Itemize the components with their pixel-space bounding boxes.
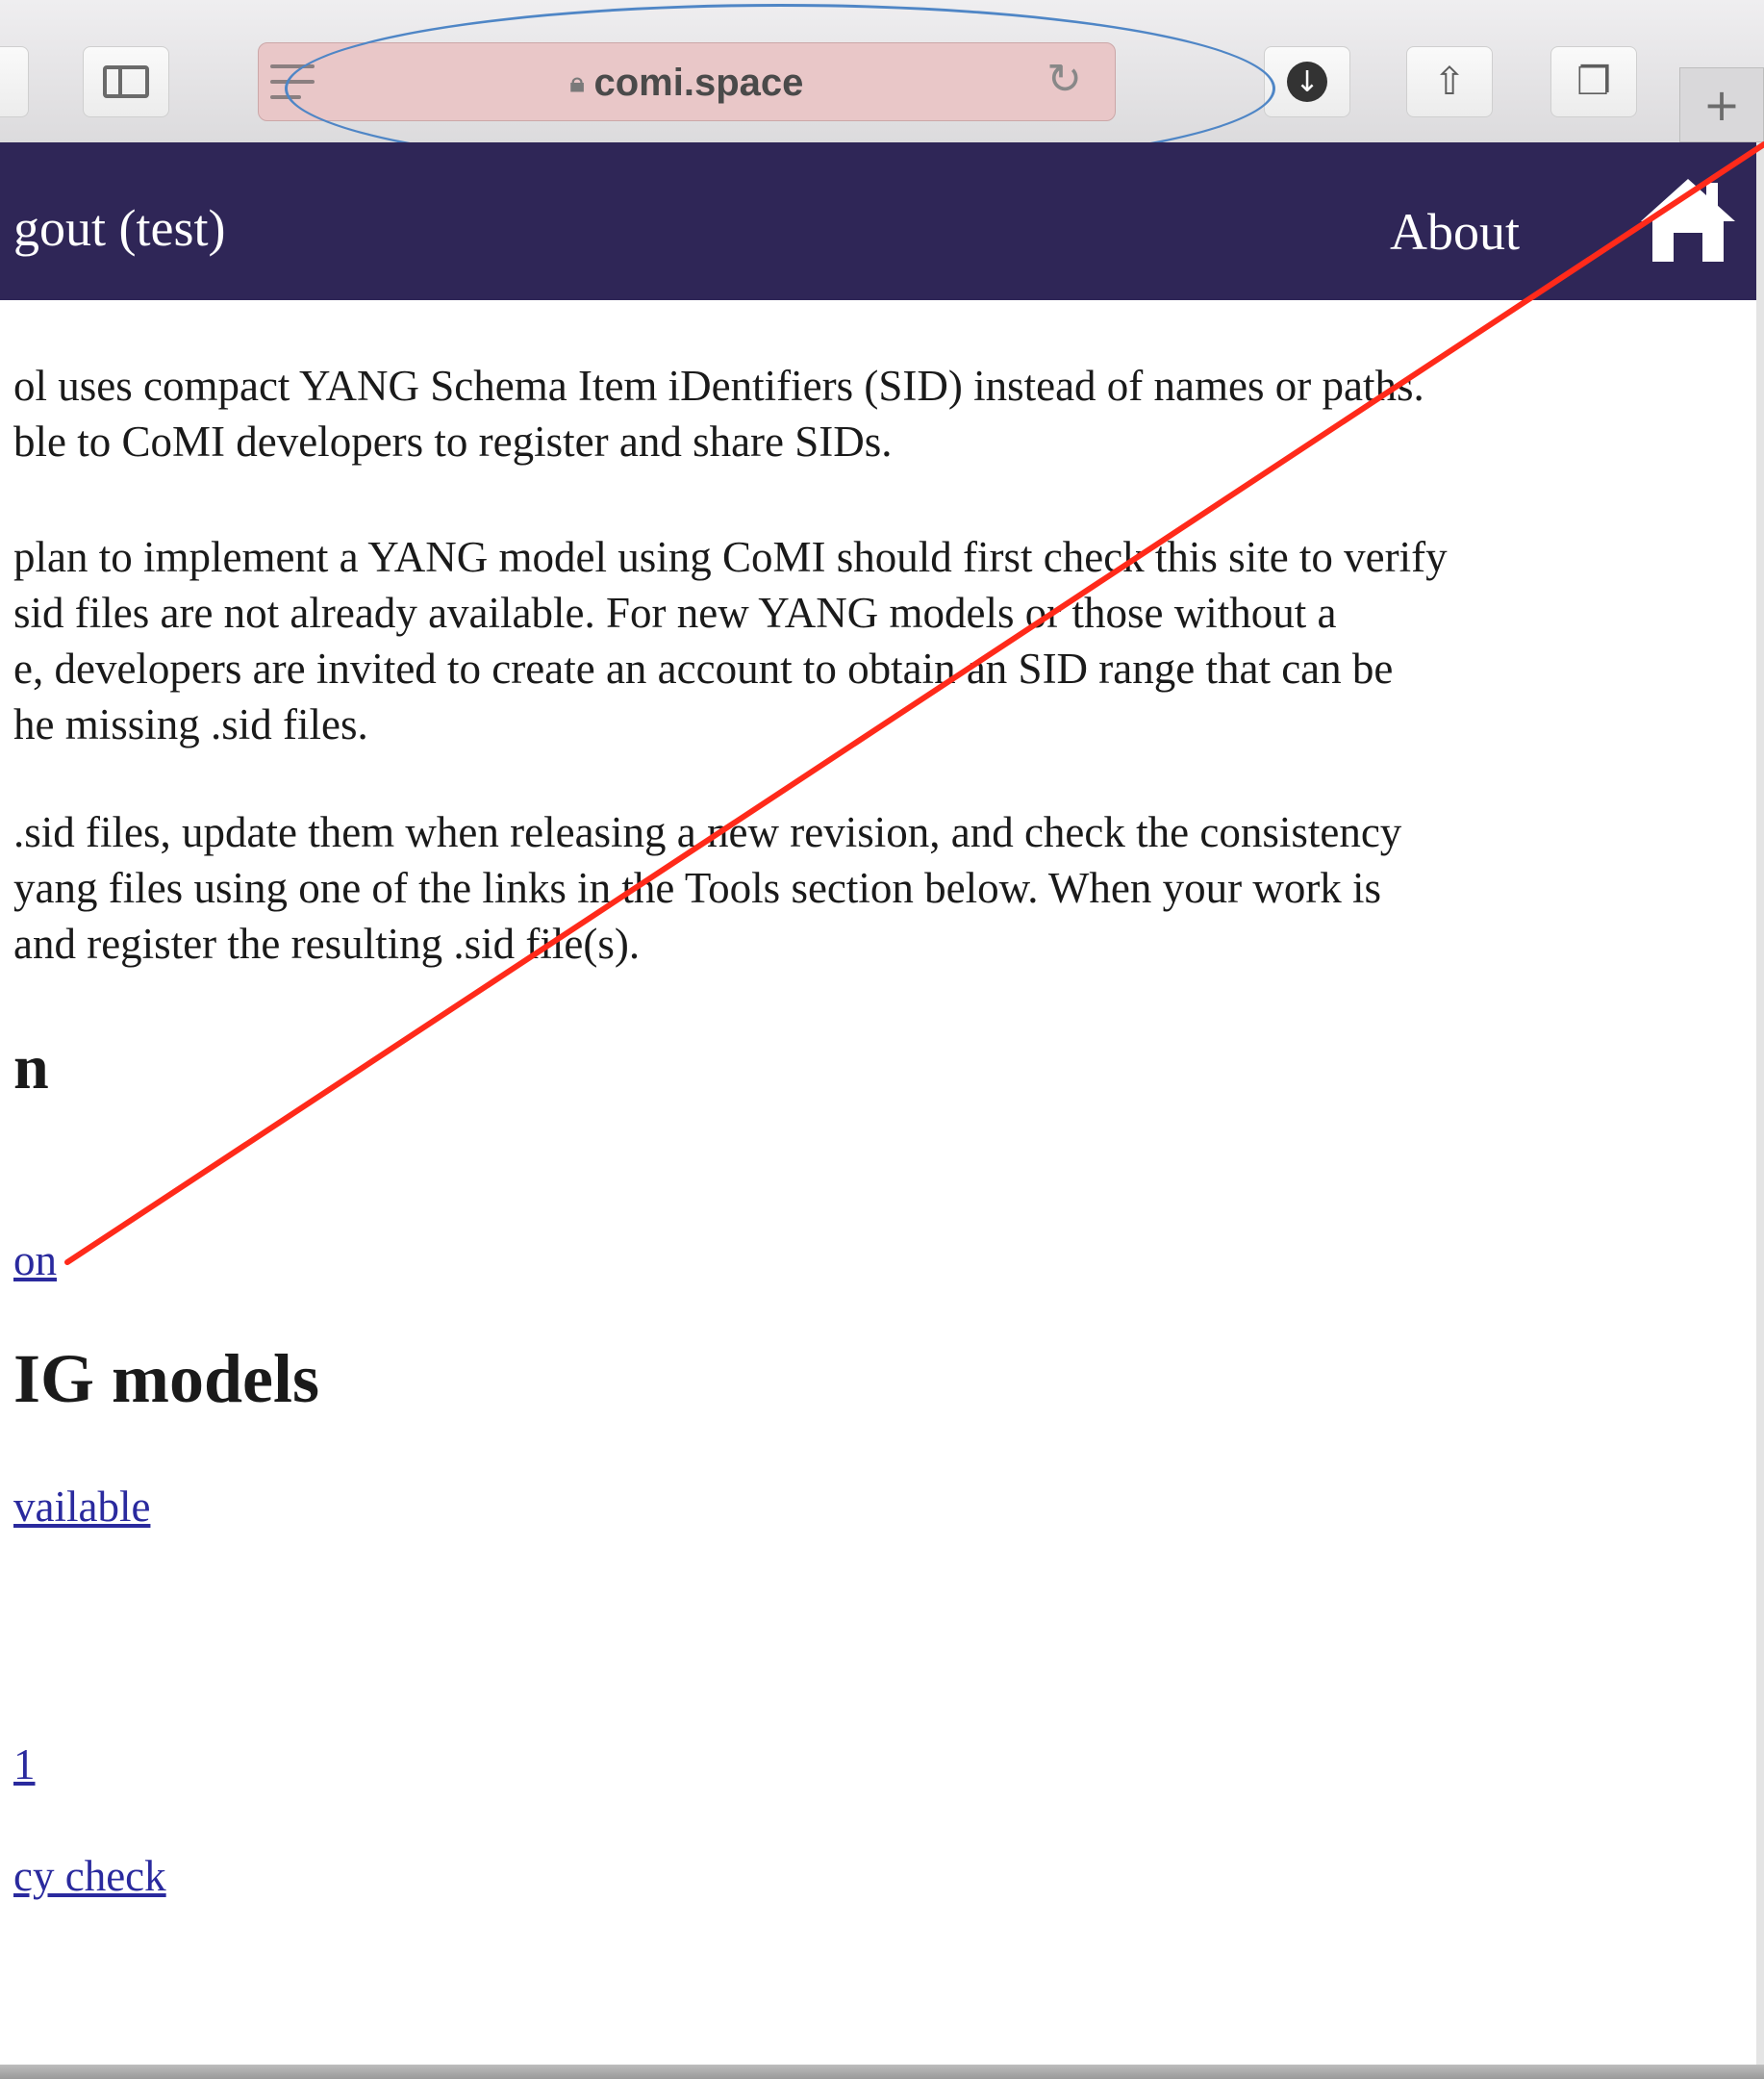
paragraph-line: and register the resulting .sid file(s). [13, 920, 641, 968]
section-heading-yang-models: IG models [13, 1340, 320, 1417]
download-button[interactable]: ↓ [1264, 46, 1350, 117]
paragraph-line: sid files are not already available. For… [13, 589, 1337, 637]
browser-window: 🔒︎ comi.space ↻ ↓ ⇧ ❐ + gout (test) Abou… [0, 0, 1764, 2079]
window-right-edge [1756, 142, 1764, 2066]
download-icon: ↓ [1287, 62, 1327, 102]
site-navbar: gout (test) About [0, 142, 1764, 300]
tabs-icon: ❐ [1576, 60, 1611, 104]
share-icon: ⇧ [1433, 60, 1466, 104]
paragraph-line: e, developers are invited to create an a… [13, 645, 1394, 693]
share-button[interactable]: ⇧ [1406, 46, 1493, 117]
sidebar-icon [103, 65, 149, 98]
information-link[interactable]: on [13, 1235, 57, 1285]
logout-link[interactable]: gout (test) [13, 198, 225, 258]
paragraph-line: plan to implement a YANG model using CoM… [13, 533, 1448, 581]
page-content: ol uses compact YANG Schema Item iDentif… [13, 300, 1764, 2079]
address-bar[interactable]: 🔒︎ comi.space ↻ [258, 42, 1116, 121]
section-heading-information: n [13, 1032, 49, 1103]
window-bottom-edge [0, 2065, 1764, 2079]
url-text: comi.space [593, 61, 804, 104]
home-icon[interactable] [1635, 171, 1741, 267]
url-display: 🔒︎ comi.space [259, 43, 1115, 122]
reload-icon[interactable]: ↻ [1046, 55, 1082, 104]
paragraph-line: ble to CoMI developers to register and s… [13, 418, 893, 466]
tool-link[interactable]: 1 [13, 1739, 36, 1789]
paragraph-line: .sid files, update them when releasing a… [13, 808, 1402, 856]
paragraph-line: yang files using one of the links in the… [13, 864, 1382, 912]
lock-icon: 🔒︎ [569, 66, 585, 98]
available-models-link[interactable]: vailable [13, 1482, 150, 1532]
sidebar-button[interactable] [83, 46, 169, 117]
browser-toolbar: 🔒︎ comi.space ↻ ↓ ⇧ ❐ + [0, 0, 1764, 173]
back-button[interactable] [0, 46, 29, 117]
implementers-paragraph: plan to implement a YANG model using CoM… [13, 529, 1448, 752]
paragraph-line: ol uses compact YANG Schema Item iDentif… [13, 362, 1424, 410]
consistency-check-link[interactable]: cy check [13, 1851, 166, 1901]
new-tab-button[interactable]: + [1679, 67, 1764, 142]
tabs-overview-button[interactable]: ❐ [1550, 46, 1637, 117]
intro-paragraph: ol uses compact YANG Schema Item iDentif… [13, 358, 1424, 469]
paragraph-line: he missing .sid files. [13, 700, 368, 748]
about-link[interactable]: About [1390, 202, 1520, 262]
tools-paragraph: .sid files, update them when releasing a… [13, 804, 1401, 972]
